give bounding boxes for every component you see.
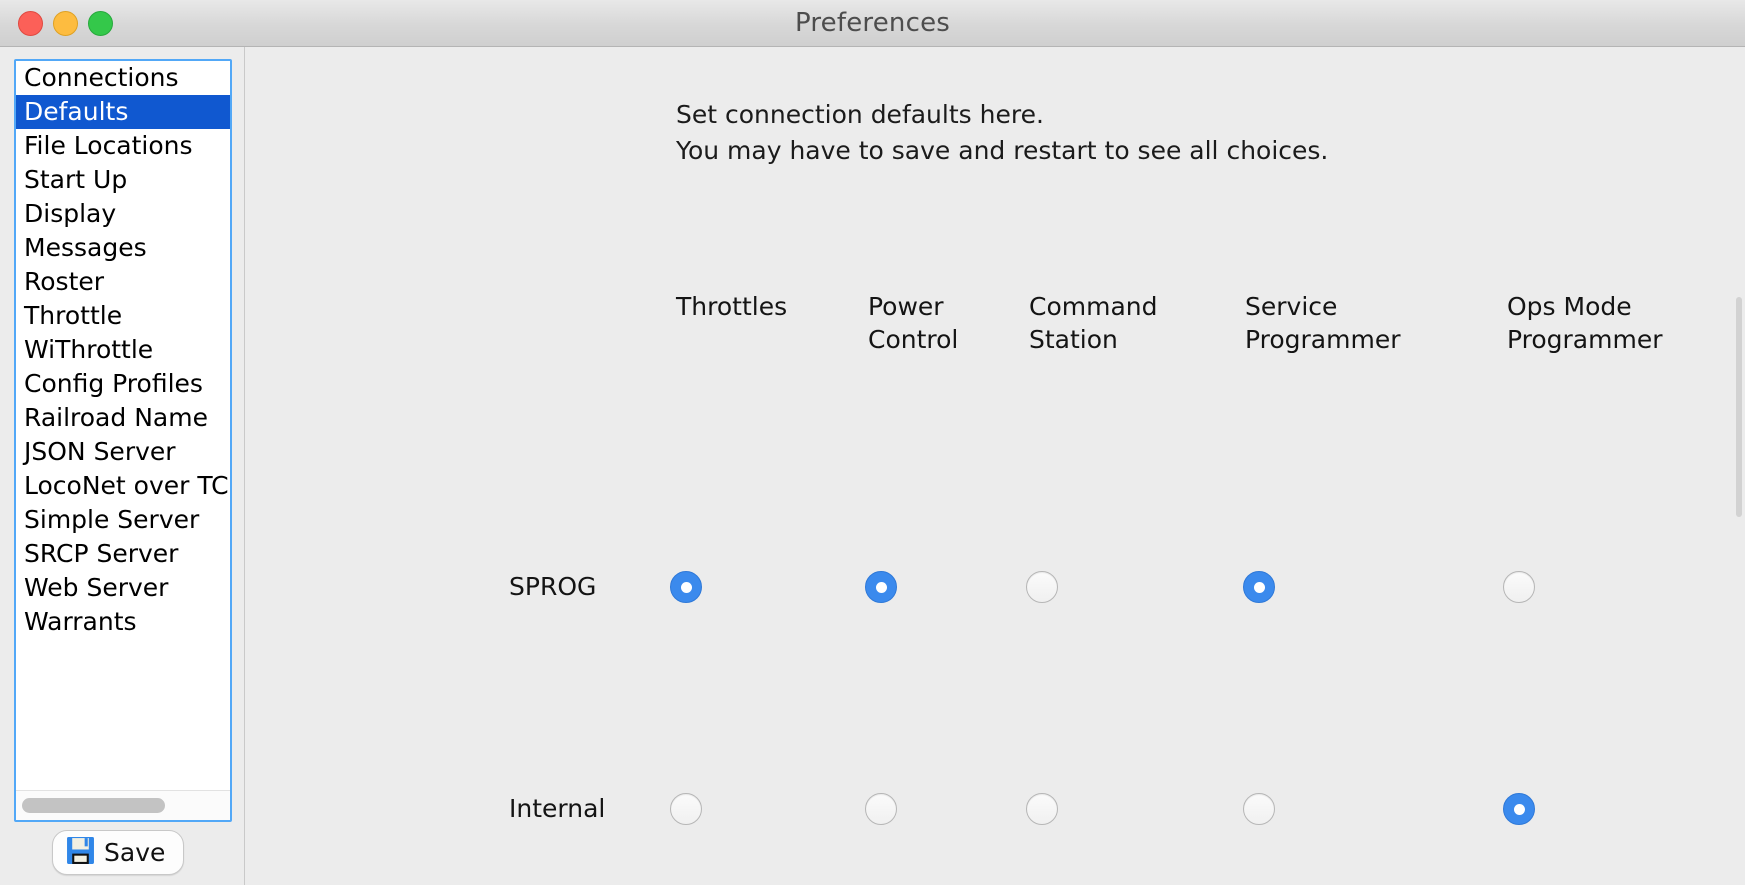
window-content: Connections Defaults File Locations Start U… xyxy=(0,47,1745,885)
sidebar-item-warrants[interactable]: Warrants xyxy=(16,605,230,639)
window-controls xyxy=(0,10,113,36)
sidebar-horizontal-scrollbar[interactable] xyxy=(16,790,230,820)
column-header-3: Service Programmer xyxy=(1245,292,1401,354)
sidebar-item-start-up[interactable]: Start Up xyxy=(16,163,230,197)
sidebar-item-roster[interactable]: Roster xyxy=(16,265,230,299)
sidebar-item-messages[interactable]: Messages xyxy=(16,231,230,265)
minimize-window-button[interactable] xyxy=(53,10,78,36)
column-header-4: Ops Mode Programmer xyxy=(1507,292,1663,354)
panel-scrollbar-thumb[interactable] xyxy=(1736,297,1742,517)
sidebar-items: Connections Defaults File Locations Start U… xyxy=(16,61,230,790)
column-header-2: Command Station xyxy=(1029,292,1158,354)
radio-sprog-col1[interactable] xyxy=(865,571,897,603)
sidebar-item-defaults[interactable]: Defaults xyxy=(16,95,230,129)
sidebar-item-connections[interactable]: Connections xyxy=(16,61,230,95)
sidebar-item-railroad-name[interactable]: Railroad Name xyxy=(16,401,230,435)
sidebar-item-throttle[interactable]: Throttle xyxy=(16,299,230,333)
sidebar-scrollbar-thumb[interactable] xyxy=(22,798,165,813)
defaults-panel: Set connection defaults here. You may ha… xyxy=(245,47,1745,885)
panel-vertical-scrollbar[interactable] xyxy=(1733,47,1745,885)
defaults-matrix: Throttles Power Control Command Station Ser… xyxy=(245,47,1745,885)
sidebar-item-file-locations[interactable]: File Locations xyxy=(16,129,230,163)
radio-internal-col1[interactable] xyxy=(865,793,897,825)
window-title: Preferences xyxy=(794,8,951,38)
close-window-button[interactable] xyxy=(18,10,43,36)
column-header-1: Power Control xyxy=(868,292,959,354)
sidebar-item-web-server[interactable]: Web Server xyxy=(16,571,230,605)
sidebar-item-json-server[interactable]: JSON Server xyxy=(16,435,230,469)
title-bar: Preferences xyxy=(0,0,1745,47)
radio-sprog-col3[interactable] xyxy=(1243,571,1275,603)
radio-sprog-col4[interactable] xyxy=(1503,571,1535,603)
radio-sprog-col0[interactable] xyxy=(670,571,702,603)
sidebar-list[interactable]: Connections Defaults File Locations Start U… xyxy=(14,59,232,822)
sidebar-item-simple-server[interactable]: Simple Server xyxy=(16,503,230,537)
radio-internal-col2[interactable] xyxy=(1026,793,1058,825)
sidebar: Connections Defaults File Locations Start U… xyxy=(0,47,245,885)
sidebar-item-display[interactable]: Display xyxy=(16,197,230,231)
radio-sprog-col2[interactable] xyxy=(1026,571,1058,603)
sidebar-item-loconet-over-tcp[interactable]: LocoNet over TCP xyxy=(16,469,230,503)
save-button-label: Save xyxy=(104,837,166,867)
floppy-disk-icon xyxy=(66,836,95,869)
radio-internal-col0[interactable] xyxy=(670,793,702,825)
radio-internal-col3[interactable] xyxy=(1243,793,1275,825)
sidebar-item-withrottle[interactable]: WiThrottle xyxy=(16,333,230,367)
column-header-0: Throttles xyxy=(676,292,788,321)
sidebar-item-srcp-server[interactable]: SRCP Server xyxy=(16,537,230,571)
save-button[interactable]: Save xyxy=(52,830,185,875)
preferences-window: Preferences Connections Defaults File Loca… xyxy=(0,0,1745,885)
maximize-window-button[interactable] xyxy=(88,10,113,36)
row-label-sprog: SPROG xyxy=(509,572,597,601)
radio-internal-col4[interactable] xyxy=(1503,793,1535,825)
sidebar-item-config-profiles[interactable]: Config Profiles xyxy=(16,367,230,401)
row-label-internal: Internal xyxy=(509,794,606,823)
sidebar-footer: Save xyxy=(0,822,244,875)
